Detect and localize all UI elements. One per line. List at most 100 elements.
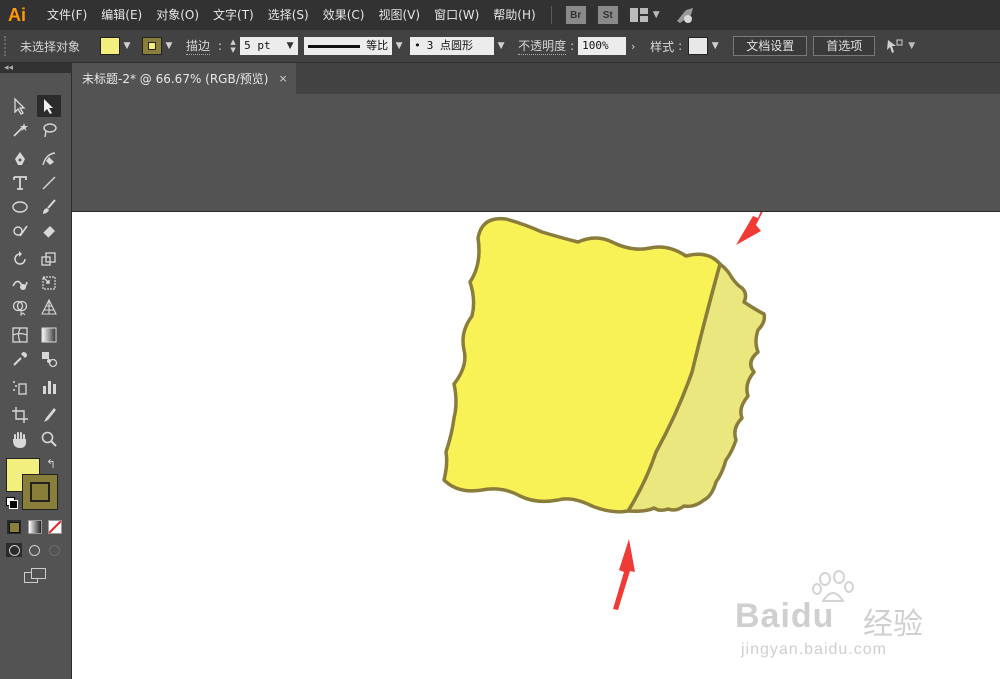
ellipse-tool-icon[interactable] — [8, 196, 32, 218]
baidu-watermark: Baidu 经验 jingyan.baidu.com — [735, 570, 945, 667]
workspace-switcher[interactable]: ▼ — [629, 8, 660, 22]
warp-tool-icon[interactable] — [8, 272, 32, 294]
chevron-down-icon[interactable]: ▼ — [120, 37, 134, 55]
menu-divider — [550, 6, 552, 24]
gpu-performance-button[interactable] — [674, 6, 696, 24]
perspective-grid-tool-icon[interactable] — [37, 296, 61, 318]
workspace-icon — [629, 8, 648, 22]
rotate-tool-icon[interactable] — [8, 248, 32, 270]
brush-label: 3 点圆形 — [426, 39, 473, 52]
direct-selection-tool-icon[interactable] — [37, 95, 61, 117]
eraser-tool-icon[interactable] — [37, 220, 61, 242]
chevron-down-icon[interactable]: ▼ — [392, 37, 406, 55]
opacity-label[interactable]: 不透明度 — [518, 37, 567, 55]
document-tab-bar: 未标题-2* @ 66.67% (RGB/预览) × — [72, 63, 1000, 95]
rocket-icon — [676, 8, 693, 23]
graphic-style-swatch[interactable] — [688, 37, 709, 55]
app-logo: Ai — [8, 4, 26, 25]
watermark-brand: Baidu — [735, 597, 835, 635]
gradient-mode-button[interactable] — [28, 520, 42, 534]
menu-help[interactable]: 帮助(H) — [486, 0, 542, 30]
preferences-button[interactable]: 首选项 — [813, 36, 876, 56]
chevron-down-icon[interactable]: ▼ — [162, 37, 176, 55]
arrange-documents-button[interactable]: ▼ — [886, 38, 915, 54]
artboard[interactable]: Baidu 经验 jingyan.baidu.com — [72, 211, 1000, 679]
mesh-tool-icon[interactable] — [8, 324, 32, 346]
default-colors-icon[interactable] — [6, 497, 18, 509]
none-mode-button[interactable] — [48, 520, 62, 534]
menu-type[interactable]: 文字(T) — [206, 0, 261, 30]
blend-tool-icon[interactable] — [37, 348, 61, 370]
stroke-swatch[interactable] — [142, 37, 163, 55]
chevron-right-icon[interactable]: › — [626, 37, 640, 55]
control-bar: 未选择对象 ▼ ▼ 描边 : ▲ ▼ 5 pt ▼ 等比 ▼ • 3 点圆形 ▼ … — [0, 30, 1000, 63]
menu-file[interactable]: 文件(F) — [40, 0, 94, 30]
annotation-arrow-top — [736, 212, 763, 245]
swap-fill-stroke-icon[interactable]: ↰ — [46, 457, 56, 471]
stock-button[interactable]: St — [597, 6, 618, 24]
zoom-tool-icon[interactable] — [37, 428, 61, 450]
magic-wand-tool-icon[interactable] — [8, 119, 32, 141]
chevron-down-icon: ▼ — [908, 41, 916, 51]
chevron-down-icon[interactable]: ▼ — [494, 37, 508, 55]
selection-status: 未选择对象 — [20, 39, 81, 54]
tools-panel: ↰ — [0, 73, 72, 679]
menu-window[interactable]: 窗口(W) — [427, 0, 486, 30]
hand-tool-icon[interactable] — [8, 428, 32, 450]
column-graph-tool-icon[interactable] — [37, 376, 61, 398]
chevron-down-icon[interactable]: ▼ — [708, 37, 722, 55]
menu-object[interactable]: 对象(O) — [149, 0, 206, 30]
free-transform-tool-icon[interactable] — [37, 272, 61, 294]
stroke-label[interactable]: 描边 — [186, 37, 211, 55]
bridge-button[interactable]: Br — [565, 6, 586, 24]
tools-panel-header[interactable]: ◂◂ — [0, 63, 72, 73]
stroke-profile-line — [308, 44, 361, 48]
stroke-profile-label: 等比 — [366, 39, 389, 52]
color-mode-button[interactable] — [7, 520, 21, 534]
brush-dot-icon: • — [414, 39, 421, 52]
document-tab-title: 未标题-2* @ 66.67% (RGB/预览) — [82, 72, 269, 86]
chevron-down-icon: ▼ — [652, 10, 660, 20]
symbol-sprayer-tool-icon[interactable] — [8, 376, 32, 398]
selection-tool-icon[interactable] — [8, 95, 32, 117]
artboard-tool-icon[interactable] — [8, 404, 32, 426]
eyedropper-tool-icon[interactable] — [8, 348, 32, 370]
grip-handle[interactable] — [4, 36, 12, 56]
watermark-url: jingyan.baidu.com — [741, 641, 887, 658]
watermark-product: 经验 — [863, 607, 923, 642]
menu-bar: Ai 文件(F) 编辑(E) 对象(O) 文字(T) 选择(S) 效果(C) 视… — [0, 0, 1000, 30]
stroke-weight-input[interactable]: 5 pt — [240, 37, 283, 55]
document-setup-button[interactable]: 文档设置 — [733, 36, 808, 56]
draw-inside-icon[interactable] — [48, 544, 60, 556]
draw-behind-icon[interactable] — [28, 544, 40, 556]
brush-select[interactable]: • 3 点圆形 — [410, 37, 495, 55]
slice-tool-icon[interactable] — [37, 404, 61, 426]
menu-edit[interactable]: 编辑(E) — [94, 0, 149, 30]
shape-builder-tool-icon[interactable] — [8, 296, 32, 318]
menu-effect[interactable]: 效果(C) — [316, 0, 372, 30]
opacity-input[interactable]: 100% — [578, 37, 627, 55]
paintbrush-tool-icon[interactable] — [37, 196, 61, 218]
chevron-down-icon[interactable]: ▼ — [282, 37, 299, 55]
shaper-tool-icon[interactable] — [8, 220, 32, 242]
menu-select[interactable]: 选择(S) — [261, 0, 316, 30]
document-tab[interactable]: 未标题-2* @ 66.67% (RGB/预览) × — [72, 63, 296, 94]
arrange-icon — [887, 39, 903, 53]
line-tool-icon[interactable] — [37, 172, 61, 194]
stepper-icon[interactable]: ▲ ▼ — [226, 37, 240, 55]
menu-view[interactable]: 视图(V) — [371, 0, 427, 30]
stroke-profile-select[interactable]: 等比 — [304, 37, 393, 55]
draw-normal-icon[interactable] — [6, 543, 22, 557]
type-tool-icon[interactable] — [8, 172, 32, 194]
gradient-tool-icon[interactable] — [37, 324, 61, 346]
style-label: 样式 — [650, 39, 675, 54]
pen-tool-icon[interactable] — [8, 148, 32, 170]
stroke-color-swatch[interactable] — [22, 474, 58, 510]
curvature-tool-icon[interactable] — [37, 148, 61, 170]
scale-tool-icon[interactable] — [37, 248, 61, 270]
fill-swatch[interactable] — [100, 37, 121, 55]
screen-mode-icon[interactable] — [24, 568, 46, 583]
pasteboard — [72, 94, 1000, 211]
lasso-tool-icon[interactable] — [37, 119, 61, 141]
close-icon[interactable]: × — [278, 72, 287, 85]
